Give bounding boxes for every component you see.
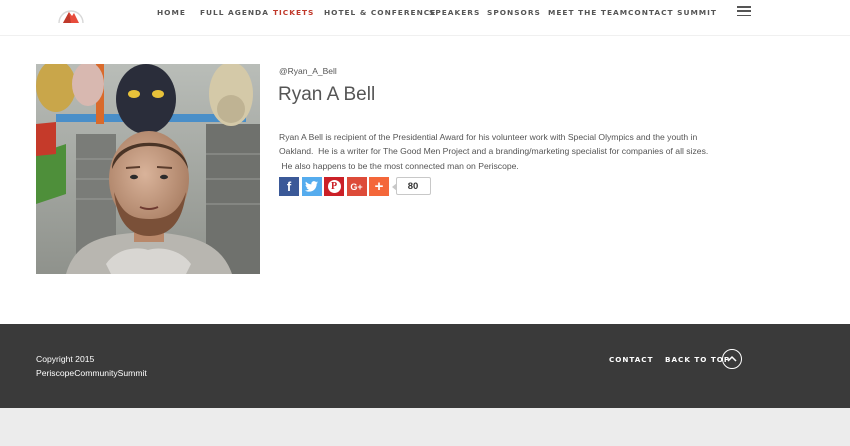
bio-line: Oakland. He is a writer for The Good Men… xyxy=(279,146,709,157)
speaker-bio: Ryan A Bell is recipient of the Presiden… xyxy=(279,130,749,173)
footer-contact-link[interactable]: CONTACT xyxy=(609,355,653,364)
nav-sponsors[interactable]: SPONSORS xyxy=(487,8,541,17)
nav-full-agenda[interactable]: FULL AGENDA xyxy=(200,8,269,17)
nav-home[interactable]: HOME xyxy=(157,8,186,17)
pinterest-share-button[interactable]: P xyxy=(324,177,344,196)
google-plus-share-button[interactable]: G+ xyxy=(346,177,367,196)
nav-tickets[interactable]: TICKETS xyxy=(273,8,314,17)
twitter-share-button[interactable] xyxy=(301,177,322,196)
nav-meet-the-team[interactable]: MEET THE TEAM xyxy=(548,8,628,17)
copyright: Copyright 2015 PeriscopeCommunitySummit xyxy=(36,352,147,380)
hamburger-menu-icon[interactable] xyxy=(737,6,751,17)
chevron-up-circle-icon[interactable] xyxy=(722,349,742,369)
speaker-photo xyxy=(36,64,260,274)
google-plus-icon: G+ xyxy=(350,181,363,192)
pinterest-icon: P xyxy=(327,180,341,193)
nav-hotel-conference[interactable]: HOTEL & CONFERENCE xyxy=(324,8,436,17)
speaker-handle: @Ryan_A_Bell xyxy=(279,66,337,76)
twitter-icon xyxy=(305,181,318,192)
speaker-name: Ryan A Bell xyxy=(278,84,376,105)
nav-speakers[interactable]: SPEAKERS xyxy=(429,8,480,17)
share-bar: f P G+ + 80 xyxy=(279,177,431,196)
bio-line: Ryan A Bell is recipient of the Presiden… xyxy=(279,132,698,142)
main-nav: HOME FULL AGENDA TICKETS HOTEL & CONFERE… xyxy=(0,0,850,26)
facebook-share-button[interactable]: f xyxy=(279,177,299,196)
copyright-year: Copyright 2015 xyxy=(36,354,95,364)
site-footer: Copyright 2015 PeriscopeCommunitySummit … xyxy=(0,324,850,408)
site-header: HOME FULL AGENDA TICKETS HOTEL & CONFERE… xyxy=(0,0,850,36)
nav-contact-summit[interactable]: CONTACT SUMMIT xyxy=(628,8,717,17)
more-share-icon: + xyxy=(374,178,384,195)
bio-line: He also happens to be the most connected… xyxy=(279,160,519,171)
speaker-profile: @Ryan_A_Bell Ryan A Bell Ryan A Bell is … xyxy=(0,36,850,324)
more-share-button[interactable]: + xyxy=(369,177,389,196)
share-count: 80 xyxy=(391,177,431,195)
back-to-top-link[interactable]: BACK TO TOP xyxy=(665,355,730,364)
facebook-icon: f xyxy=(286,179,292,194)
copyright-site: PeriscopeCommunitySummit xyxy=(36,368,147,378)
